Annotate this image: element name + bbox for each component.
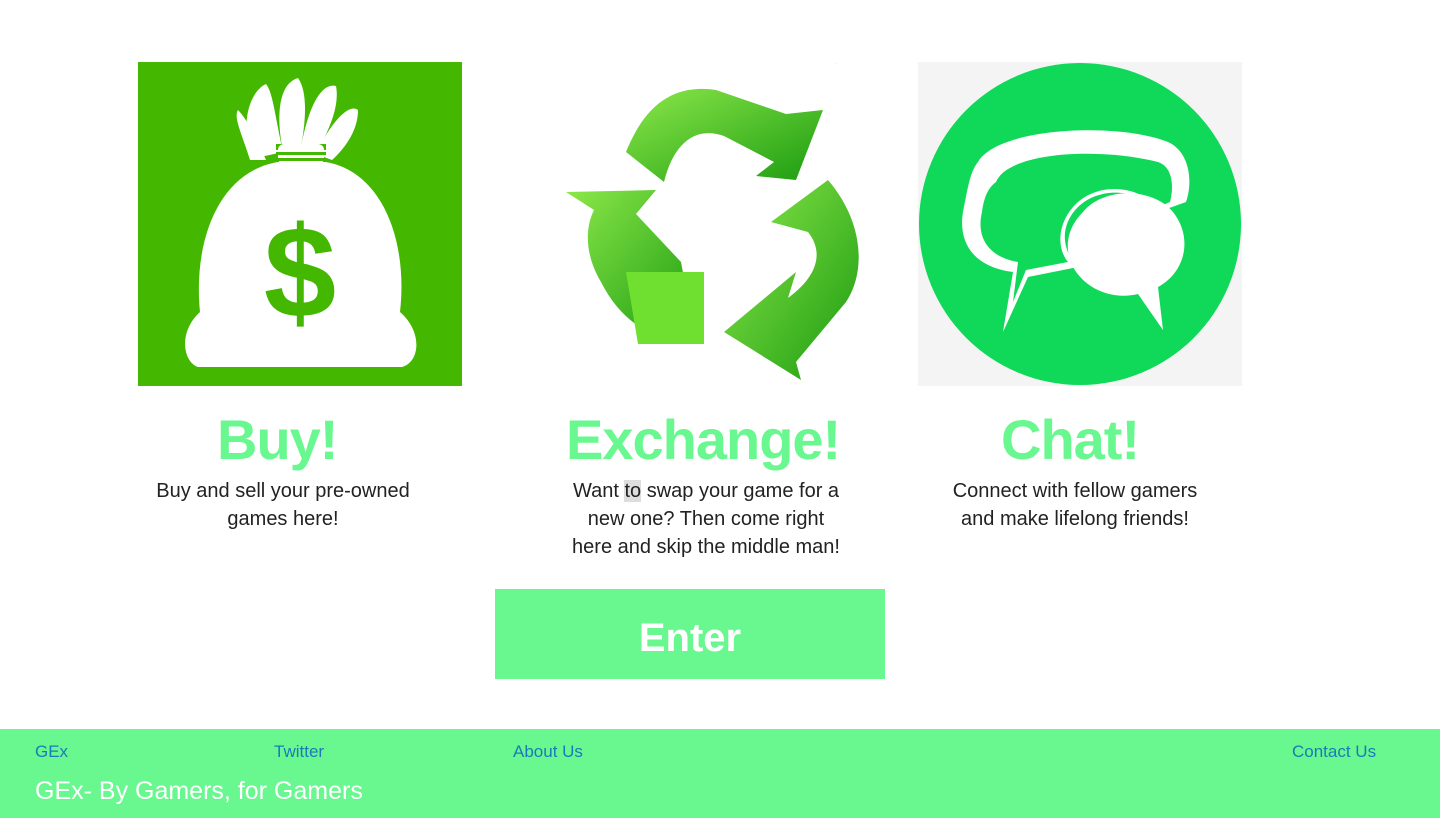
recycle-icon [546,62,870,386]
buy-description: Buy and sell your pre-owned games here! [156,480,410,530]
chat-bubbles-icon [918,62,1242,386]
chat-description: Connect with fellow gamers and make life… [952,480,1198,530]
footer: GEx Twitter About Us Contact Us GEx- By … [0,729,1440,818]
exchange-description: Want to swap your game for a new one? Th… [572,480,840,558]
exchange-title: Exchange! [566,408,841,471]
footer-link-contact-us[interactable]: Contact Us [1292,742,1376,762]
money-bag-icon: $ [138,62,462,386]
enter-button[interactable]: Enter [495,589,885,679]
chat-title: Chat! [1001,408,1140,471]
footer-link-twitter[interactable]: Twitter [274,742,324,762]
footer-link-gex[interactable]: GEx [35,742,68,762]
footer-link-about-us[interactable]: About Us [513,742,583,762]
svg-text:$: $ [264,199,336,345]
buy-title: Buy! [217,408,338,471]
footer-tagline: GEx- By Gamers, for Gamers [35,777,363,805]
